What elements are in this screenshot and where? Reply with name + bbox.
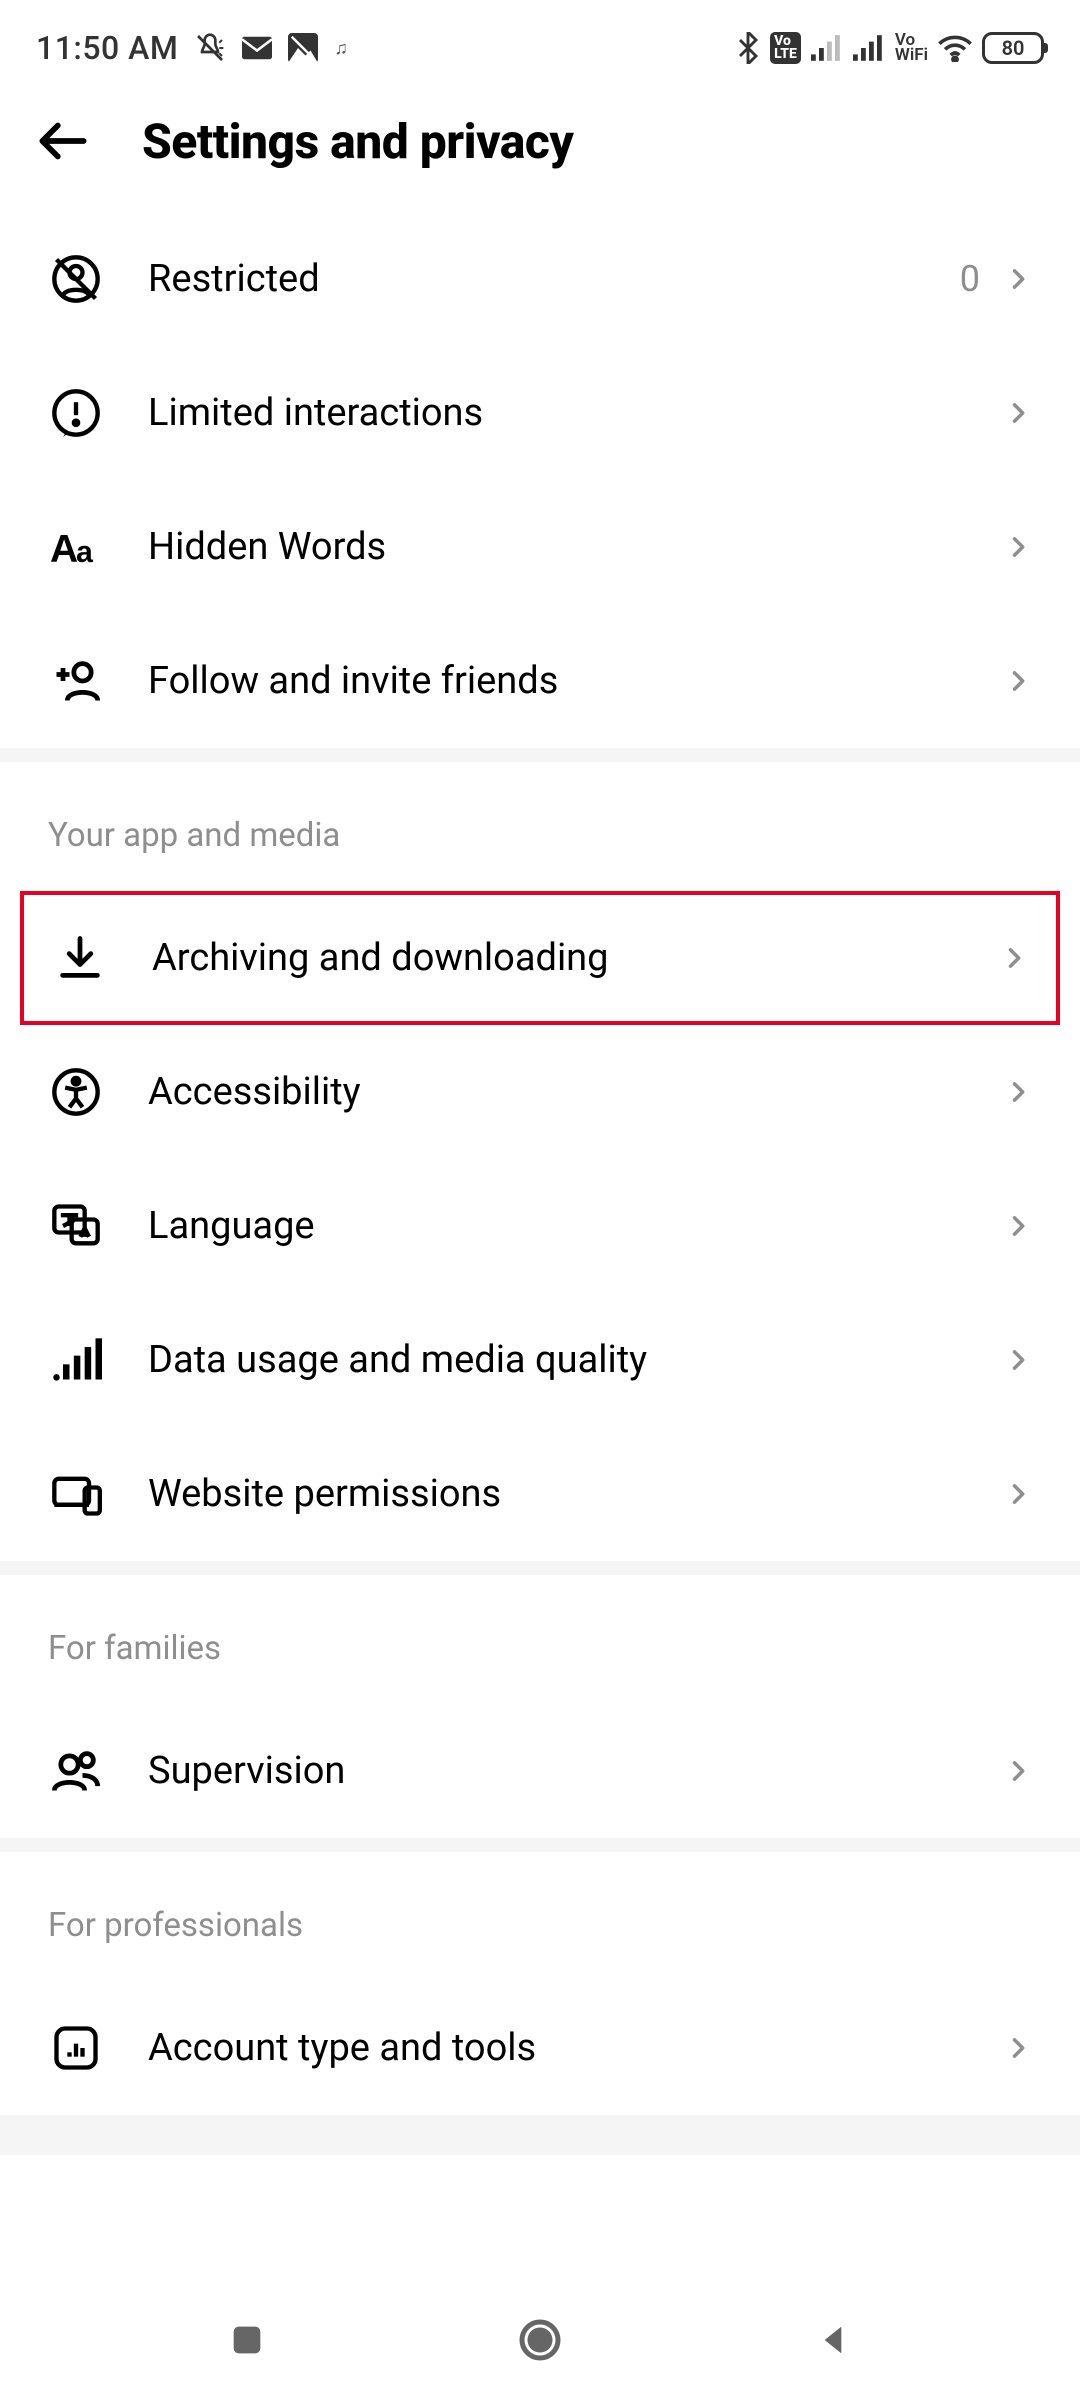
chevron-right-icon xyxy=(1004,399,1032,427)
nav-home-button[interactable] xyxy=(513,2313,567,2367)
add-friend-icon xyxy=(48,653,104,709)
chevron-right-icon xyxy=(1004,1078,1032,1106)
section-divider xyxy=(0,1561,1080,1575)
item-label: Hidden Words xyxy=(148,525,1004,569)
exclamation-chat-icon xyxy=(48,385,104,441)
nav-recents-button[interactable] xyxy=(220,2313,274,2367)
mail-icon xyxy=(242,36,272,60)
picture-icon xyxy=(288,33,318,63)
item-label: Restricted xyxy=(148,257,960,301)
status-time: 11:50 AM xyxy=(36,29,178,67)
item-label: Account type and tools xyxy=(148,2026,1004,2070)
chevron-right-icon xyxy=(1004,1480,1032,1508)
chevron-right-icon xyxy=(1000,944,1028,972)
vowifi-icon: VoWiFi xyxy=(895,33,928,64)
item-hidden-words[interactable]: Aa Hidden Words xyxy=(0,480,1080,614)
system-nav-bar xyxy=(0,2280,1080,2400)
section-header-professionals: For professionals xyxy=(0,1852,1080,1981)
item-follow-invite[interactable]: Follow and invite friends xyxy=(0,614,1080,748)
section-divider xyxy=(0,1838,1080,1852)
devices-icon xyxy=(48,1466,104,1522)
item-label: Website permissions xyxy=(148,1472,1004,1516)
silent-icon xyxy=(194,32,226,64)
signal-icon-1 xyxy=(811,35,843,61)
chevron-right-icon xyxy=(1004,533,1032,561)
people-icon xyxy=(48,1743,104,1799)
item-label: Supervision xyxy=(148,1749,1004,1793)
wifi-icon xyxy=(938,34,972,62)
signal-icon-2 xyxy=(853,35,885,61)
music-icon: ♫ xyxy=(334,38,348,59)
battery-icon: 80 xyxy=(982,32,1044,64)
section-header-app-media: Your app and media xyxy=(0,762,1080,891)
item-accessibility[interactable]: Accessibility xyxy=(0,1025,1080,1159)
section-divider xyxy=(0,748,1080,762)
item-label: Limited interactions xyxy=(148,391,1004,435)
section-divider xyxy=(0,2115,1080,2155)
item-label: Follow and invite friends xyxy=(148,659,1004,703)
item-account-type-tools[interactable]: Account type and tools xyxy=(0,1981,1080,2115)
section-header-families: For families xyxy=(0,1575,1080,1704)
nav-back-button[interactable] xyxy=(806,2313,860,2367)
page-title: Settings and privacy xyxy=(142,113,573,170)
highlighted-item-archiving: Archiving and downloading xyxy=(20,891,1060,1025)
item-data-usage[interactable]: Data usage and media quality xyxy=(0,1293,1080,1427)
item-supervision[interactable]: Supervision xyxy=(0,1704,1080,1838)
item-label: Accessibility xyxy=(148,1070,1004,1114)
item-label: Language xyxy=(148,1204,1004,1248)
bluetooth-icon xyxy=(736,32,760,64)
text-aa-icon: Aa xyxy=(48,519,104,575)
status-bar: 11:50 AM ♫ VoLTE VoWiFi 80 xyxy=(0,0,1080,88)
item-value: 0 xyxy=(960,258,980,300)
item-archiving-downloading[interactable]: Archiving and downloading xyxy=(24,895,1056,1021)
item-label: Data usage and media quality xyxy=(148,1338,1004,1382)
battery-level: 80 xyxy=(1002,36,1025,60)
item-label: Archiving and downloading xyxy=(152,936,1000,980)
chevron-right-icon xyxy=(1004,1757,1032,1785)
header: Settings and privacy xyxy=(0,88,1080,212)
item-restricted[interactable]: Restricted 0 xyxy=(0,212,1080,346)
item-language[interactable]: Language xyxy=(0,1159,1080,1293)
status-left: 11:50 AM ♫ xyxy=(36,29,348,67)
svg-text:a: a xyxy=(76,536,94,569)
chart-icon xyxy=(48,2020,104,2076)
svg-text:A: A xyxy=(50,528,78,571)
restricted-icon xyxy=(48,251,104,307)
chevron-right-icon xyxy=(1004,1212,1032,1240)
item-limited-interactions[interactable]: Limited interactions xyxy=(0,346,1080,480)
status-right: VoLTE VoWiFi 80 xyxy=(736,32,1044,64)
chevron-right-icon xyxy=(1004,2034,1032,2062)
chevron-right-icon xyxy=(1004,265,1032,293)
item-website-permissions[interactable]: Website permissions xyxy=(0,1427,1080,1561)
volte-icon: VoLTE xyxy=(770,32,801,63)
chevron-right-icon xyxy=(1004,1346,1032,1374)
back-button[interactable] xyxy=(28,106,98,176)
accessibility-icon xyxy=(48,1064,104,1120)
chevron-right-icon xyxy=(1004,667,1032,695)
cellular-bars-icon xyxy=(48,1332,104,1388)
language-icon xyxy=(48,1198,104,1254)
download-icon xyxy=(52,930,108,986)
